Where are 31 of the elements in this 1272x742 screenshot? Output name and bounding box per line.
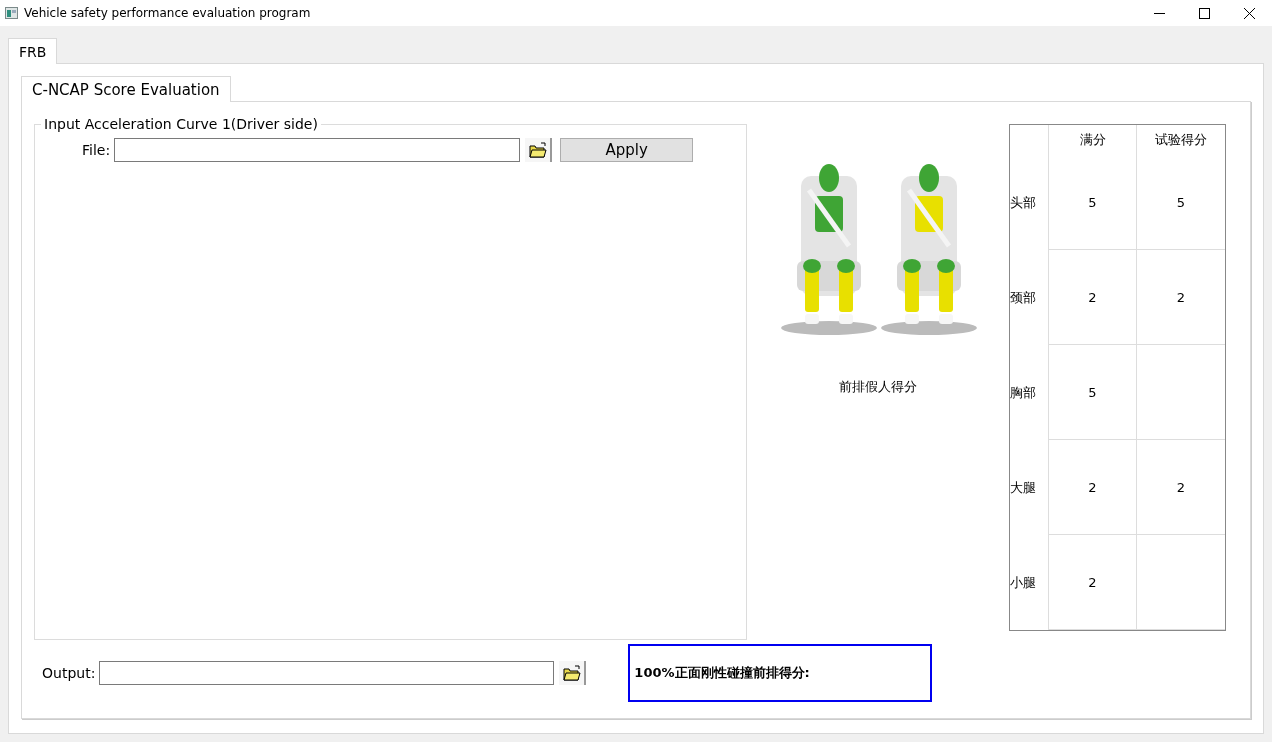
window-title: Vehicle safety performance evaluation program: [24, 6, 311, 20]
figure-caption: 前排假人得分: [839, 378, 917, 396]
row-header: 小腿: [1010, 573, 1037, 592]
table-cell: 5: [1048, 155, 1136, 250]
file-input-field[interactable]: [114, 138, 521, 162]
tab[interactable]: C-NCAP Score Evaluation: [21, 76, 231, 102]
output-label: Output:: [42, 665, 96, 681]
table-cell: 5: [1136, 155, 1225, 250]
maximize-icon[interactable]: [1199, 7, 1210, 19]
table-cell: 2: [1048, 250, 1136, 345]
tab[interactable]: FRB: [8, 38, 58, 64]
browse-button[interactable]: [559, 661, 587, 685]
column-header: 满分: [1048, 125, 1136, 155]
file-label: File:: [82, 142, 111, 158]
column-header: 试验得分: [1136, 125, 1225, 155]
browse-button[interactable]: [525, 138, 553, 162]
app-icon: [5, 7, 18, 19]
close-icon[interactable]: [1244, 7, 1255, 19]
row-header: 头部: [1010, 193, 1037, 212]
row-header: 胸部: [1010, 383, 1037, 402]
group-title: Input Acceleration Curve 1(Driver side): [41, 116, 321, 132]
table-cell: 2: [1136, 440, 1225, 535]
output-input-field[interactable]: [99, 661, 555, 685]
row-header: 大腿: [1010, 478, 1037, 497]
result-label: 100%正面刚性碰撞前排得分:: [634, 664, 810, 682]
row-header: 颈部: [1010, 288, 1037, 307]
table-cell: 2: [1136, 250, 1225, 345]
apply-button[interactable]: Apply: [560, 138, 694, 162]
table-cell: 5: [1048, 345, 1136, 440]
table-cell: 2: [1048, 440, 1136, 535]
table-cell: 2: [1048, 535, 1136, 630]
